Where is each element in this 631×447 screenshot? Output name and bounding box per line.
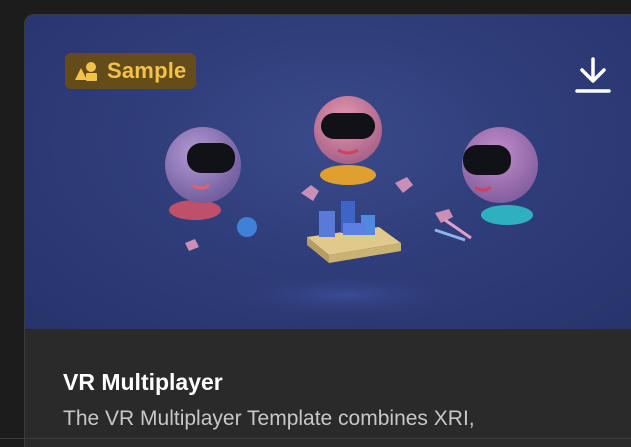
download-icon bbox=[575, 57, 611, 93]
badge-label: Sample bbox=[107, 58, 187, 83]
template-thumbnail[interactable]: Sample bbox=[25, 15, 631, 329]
template-card[interactable]: Sample VR Multiplayer The VR Multiplayer… bbox=[24, 14, 631, 447]
divider bbox=[0, 438, 631, 439]
page: Sample VR Multiplayer The VR Multiplayer… bbox=[0, 0, 631, 447]
download-button[interactable] bbox=[571, 53, 615, 97]
sample-badge: Sample bbox=[65, 53, 197, 89]
card-title: VR Multiplayer bbox=[63, 369, 223, 395]
card-description: The VR Multiplayer Template combines XRI… bbox=[63, 407, 475, 430]
shapes-icon bbox=[75, 62, 97, 81]
